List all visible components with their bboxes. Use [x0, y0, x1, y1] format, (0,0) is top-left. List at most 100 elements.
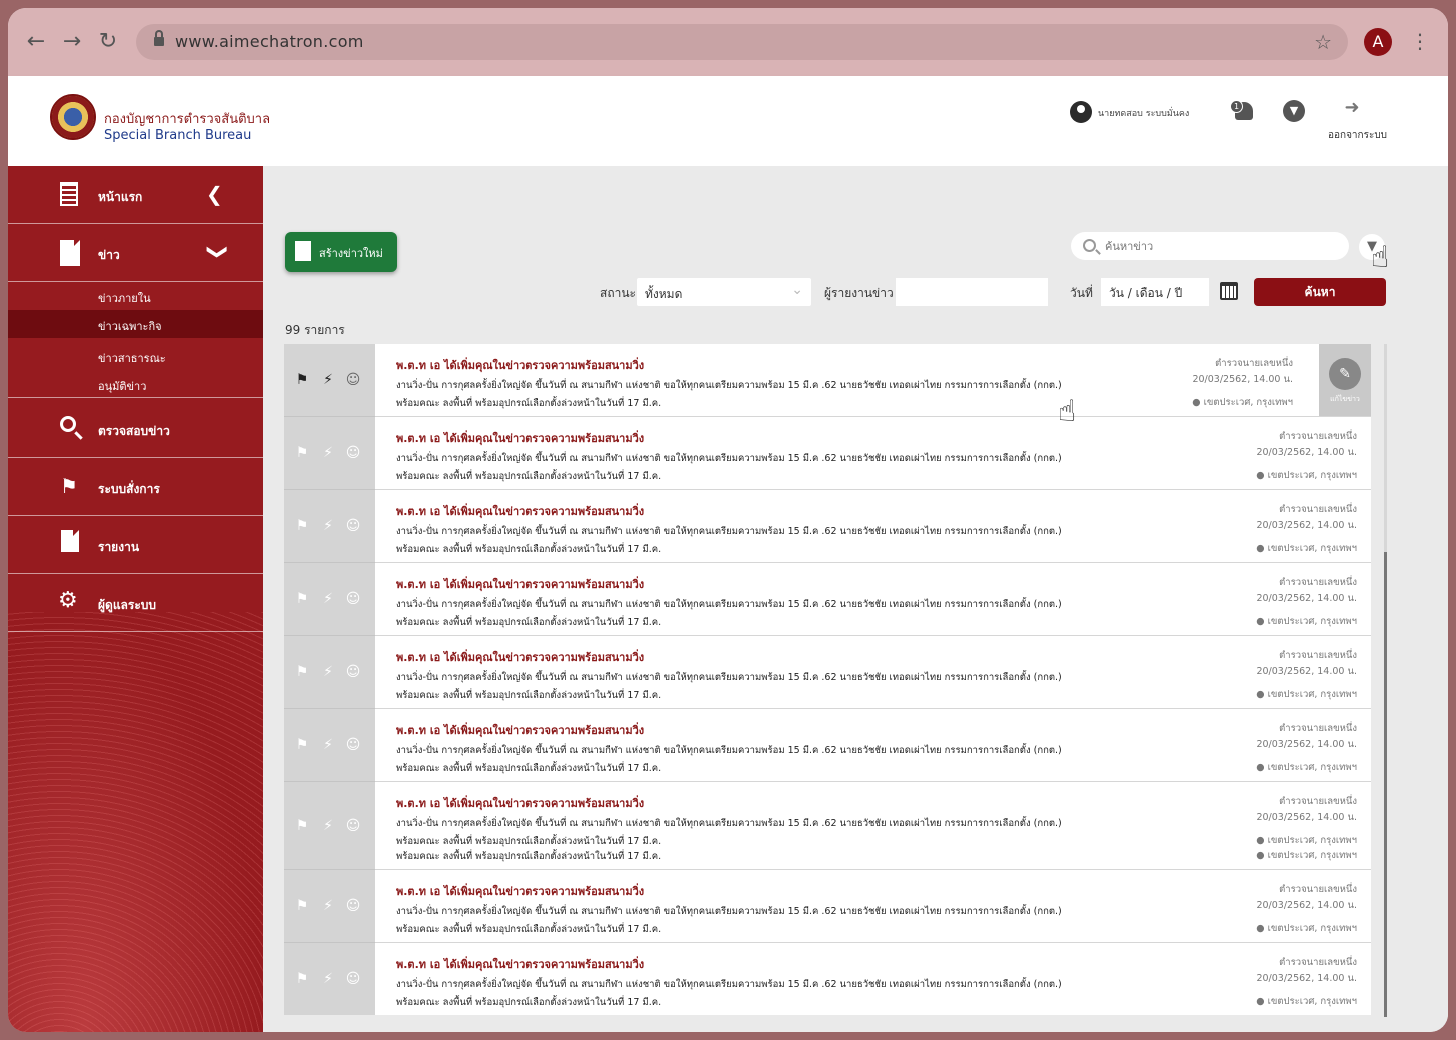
row-actions: ⚑ ⚡ ☺ — [284, 636, 375, 709]
flag-icon[interactable]: ⚑ — [294, 372, 310, 388]
bolt-icon[interactable]: ⚡ — [320, 591, 336, 607]
news-row-body[interactable]: พ.ต.ท เอ ได้เพิ่มคุณในข่าวตรวจความพร้อมส… — [375, 782, 1371, 870]
news-row-body[interactable]: พ.ต.ท เอ ได้เพิ่มคุณในข่าวตรวจความพร้อมส… — [375, 709, 1371, 782]
flag-icon[interactable]: ⚑ — [294, 664, 310, 680]
user-check-icon[interactable]: ☺ — [345, 737, 361, 753]
bolt-icon[interactable]: ⚡ — [320, 445, 336, 461]
reporter-input[interactable] — [896, 278, 1048, 306]
flag-icon[interactable]: ⚑ — [294, 445, 310, 461]
user-name[interactable]: นายทดสอบ ระบบมั่นคง — [1098, 106, 1189, 120]
flag-icon[interactable]: ⚑ — [294, 898, 310, 914]
user-check-icon[interactable]: ☺ — [345, 971, 361, 987]
news-row-body[interactable]: พ.ต.ท เอ ได้เพิ่มคุณในข่าวตรวจความพร้อมส… — [375, 344, 1371, 417]
news-row-body[interactable]: พ.ต.ท เอ ได้เพิ่มคุณในข่าวตรวจความพร้อมส… — [375, 636, 1371, 709]
bookmark-star-icon[interactable]: ☆ — [1314, 30, 1332, 54]
sidebar-subitem-public-news[interactable]: ข่าวสาธารณะ — [8, 342, 263, 370]
bolt-icon[interactable]: ⚡ — [320, 737, 336, 753]
news-row-body[interactable]: พ.ต.ท เอ ได้เพิ่มคุณในข่าวตรวจความพร้อมส… — [375, 490, 1371, 563]
news-row[interactable]: ⚑ ⚡ ☺ พ.ต.ท เอ ได้เพิ่มคุณในข่าวตรวจความพร้… — [284, 636, 1371, 709]
bolt-icon[interactable]: ⚡ — [320, 898, 336, 914]
back-icon[interactable]: ← — [22, 28, 50, 56]
news-row-body[interactable]: พ.ต.ท เอ ได้เพิ่มคุณในข่าวตรวจความพร้อมส… — [375, 563, 1371, 636]
date-input[interactable]: วัน / เดือน / ปี — [1101, 278, 1209, 306]
user-check-icon[interactable]: ☺ — [345, 818, 361, 834]
flag-icon[interactable]: ⚑ — [294, 971, 310, 987]
bolt-icon[interactable]: ⚡ — [320, 372, 336, 388]
chevron-down-icon[interactable]: ▼ — [1283, 100, 1305, 122]
chevron-left-icon[interactable]: ❮ — [206, 182, 223, 206]
news-title[interactable]: พ.ต.ท เอ ได้เพิ่มคุณในข่าวตรวจความพร้อมส… — [396, 721, 644, 739]
news-row[interactable]: ⚑ ⚡ ☺ พ.ต.ท เอ ได้เพิ่มคุณในข่าวตรวจความพร้… — [284, 563, 1371, 636]
bolt-icon[interactable]: ⚡ — [320, 664, 336, 680]
news-row[interactable]: ⚑ ⚡ ☺ พ.ต.ท เอ ได้เพิ่มคุณในข่าวตรวจความพร้… — [284, 417, 1371, 490]
reporter-name: ตำรวจนายเลขหนึ่ง — [1279, 650, 1357, 661]
browser-menu-icon[interactable]: ⋮ — [1410, 26, 1430, 56]
forward-icon[interactable]: → — [58, 28, 86, 56]
news-title[interactable]: พ.ต.ท เอ ได้เพิ่มคุณในข่าวตรวจความพร้อมส… — [396, 575, 644, 593]
reload-icon[interactable]: ↻ — [94, 28, 122, 56]
sidebar-subitem-internal-news[interactable]: ข่าวภายใน — [8, 282, 263, 310]
sidebar-item-admin[interactable]: ⚙ ผู้ดูแลระบบ — [8, 574, 263, 632]
news-title[interactable]: พ.ต.ท เอ ได้เพิ่มคุณในข่าวตรวจความพร้อมส… — [396, 648, 644, 666]
sidebar-item-report[interactable]: รายงาน — [8, 516, 263, 574]
news-row[interactable]: ⚑ ⚡ ☺ พ.ต.ท เอ ได้เพิ่มคุณในข่าวตรวจความพร้… — [284, 782, 1371, 870]
user-check-icon[interactable]: ☺ — [345, 518, 361, 534]
list-scrollbar[interactable] — [1384, 344, 1387, 1017]
news-row[interactable]: ⚑ ⚡ ☺ พ.ต.ท เอ ได้เพิ่มคุณในข่าวตรวจความพร้… — [284, 344, 1371, 417]
news-row[interactable]: ⚑ ⚡ ☺ พ.ต.ท เอ ได้เพิ่มคุณในข่าวตรวจความพร้… — [284, 943, 1371, 1015]
news-row[interactable]: ⚑ ⚡ ☺ พ.ต.ท เอ ได้เพิ่มคุณในข่าวตรวจความพร้… — [284, 870, 1371, 943]
profile-avatar[interactable]: A — [1364, 28, 1392, 56]
search-button[interactable]: ค้นหา — [1254, 278, 1386, 306]
sidebar-subitem-special-news[interactable]: ข่าวเฉพาะกิจ — [8, 310, 263, 338]
user-check-icon[interactable]: ☺ — [345, 591, 361, 607]
notification-bell-icon[interactable]: 1 — [1230, 100, 1256, 124]
sidebar-item-news[interactable]: ข่าว ❯ — [8, 224, 263, 282]
calendar-icon[interactable] — [1220, 282, 1238, 300]
sidebar-item-command[interactable]: ⚑ ระบบสั่งการ — [8, 458, 263, 516]
bolt-icon[interactable]: ⚡ — [320, 971, 336, 987]
news-row-body[interactable]: พ.ต.ท เอ ได้เพิ่มคุณในข่าวตรวจความพร้อมส… — [375, 417, 1371, 490]
news-search-box[interactable] — [1071, 232, 1349, 260]
bolt-icon[interactable]: ⚡ — [320, 518, 336, 534]
search-icon-handle — [74, 431, 83, 440]
user-check-icon[interactable]: ☺ — [345, 445, 361, 461]
news-row-body[interactable]: พ.ต.ท เอ ได้เพิ่มคุณในข่าวตรวจความพร้อมส… — [375, 943, 1371, 1015]
edit-news-button[interactable]: ✎ แก้ไขข่าว — [1319, 344, 1371, 416]
scrollbar-thumb[interactable] — [1384, 552, 1387, 1017]
reporter-name: ตำรวจนายเลขหนึ่ง — [1279, 431, 1357, 442]
logout-label[interactable]: ออกจากระบบ — [1328, 128, 1387, 143]
url-text[interactable]: www.aimechatron.com — [175, 32, 364, 51]
bolt-icon[interactable]: ⚡ — [320, 818, 336, 834]
create-news-button[interactable]: สร้างข่าวใหม่ — [285, 232, 397, 272]
news-title[interactable]: พ.ต.ท เอ ได้เพิ่มคุณในข่าวตรวจความพร้อมส… — [396, 429, 644, 447]
status-select[interactable]: ทั้งหมด ⌄ — [637, 278, 811, 306]
news-row-body[interactable]: พ.ต.ท เอ ได้เพิ่มคุณในข่าวตรวจความพร้อมส… — [375, 870, 1371, 943]
user-avatar-icon[interactable] — [1070, 101, 1092, 123]
news-search-input[interactable] — [1105, 237, 1335, 255]
user-check-icon[interactable]: ☺ — [345, 664, 361, 680]
browser-window: ← → ↻ www.aimechatron.com ☆ A ⋮ กองบัญชา… — [8, 8, 1448, 1032]
notification-badge: 1 — [1230, 100, 1243, 113]
address-bar[interactable]: www.aimechatron.com ☆ — [136, 24, 1348, 60]
news-row[interactable]: ⚑ ⚡ ☺ พ.ต.ท เอ ได้เพิ่มคุณในข่าวตรวจความพร้… — [284, 709, 1371, 782]
sidebar-item-check-news[interactable]: ตรวจสอบข่าว — [8, 398, 263, 458]
search-icon — [1083, 239, 1096, 252]
flag-icon[interactable]: ⚑ — [294, 818, 310, 834]
user-check-icon[interactable]: ☺ — [345, 372, 361, 388]
sidebar: หน้าแรก ❮ ข่าว ❯ ข่าวภายใน ข่าวเฉพาะกิจ … — [8, 166, 263, 1032]
user-check-icon[interactable]: ☺ — [345, 898, 361, 914]
news-row[interactable]: ⚑ ⚡ ☺ พ.ต.ท เอ ได้เพิ่มคุณในข่าวตรวจความพร้… — [284, 490, 1371, 563]
sidebar-item-home[interactable]: หน้าแรก ❮ — [8, 166, 263, 224]
sidebar-subitem-approve-news[interactable]: อนุมัติข่าว — [8, 370, 263, 398]
news-title[interactable]: พ.ต.ท เอ ได้เพิ่มคุณในข่าวตรวจความพร้อมส… — [396, 502, 644, 520]
flag-icon[interactable]: ⚑ — [294, 591, 310, 607]
flag-icon[interactable]: ⚑ — [294, 737, 310, 753]
report-chart-icon — [61, 530, 79, 552]
logout-icon[interactable]: ➜ — [1341, 98, 1363, 118]
chevron-down-icon[interactable]: ❯ — [206, 244, 230, 261]
news-title[interactable]: พ.ต.ท เอ ได้เพิ่มคุณในข่าวตรวจความพร้อมส… — [396, 882, 644, 900]
news-title[interactable]: พ.ต.ท เอ ได้เพิ่มคุณในข่าวตรวจความพร้อมส… — [396, 955, 644, 973]
flag-icon[interactable]: ⚑ — [294, 518, 310, 534]
news-title[interactable]: พ.ต.ท เอ ได้เพิ่มคุณในข่าวตรวจความพร้อมส… — [396, 794, 644, 812]
news-title[interactable]: พ.ต.ท เอ ได้เพิ่มคุณในข่าวตรวจความพร้อมส… — [396, 356, 644, 374]
